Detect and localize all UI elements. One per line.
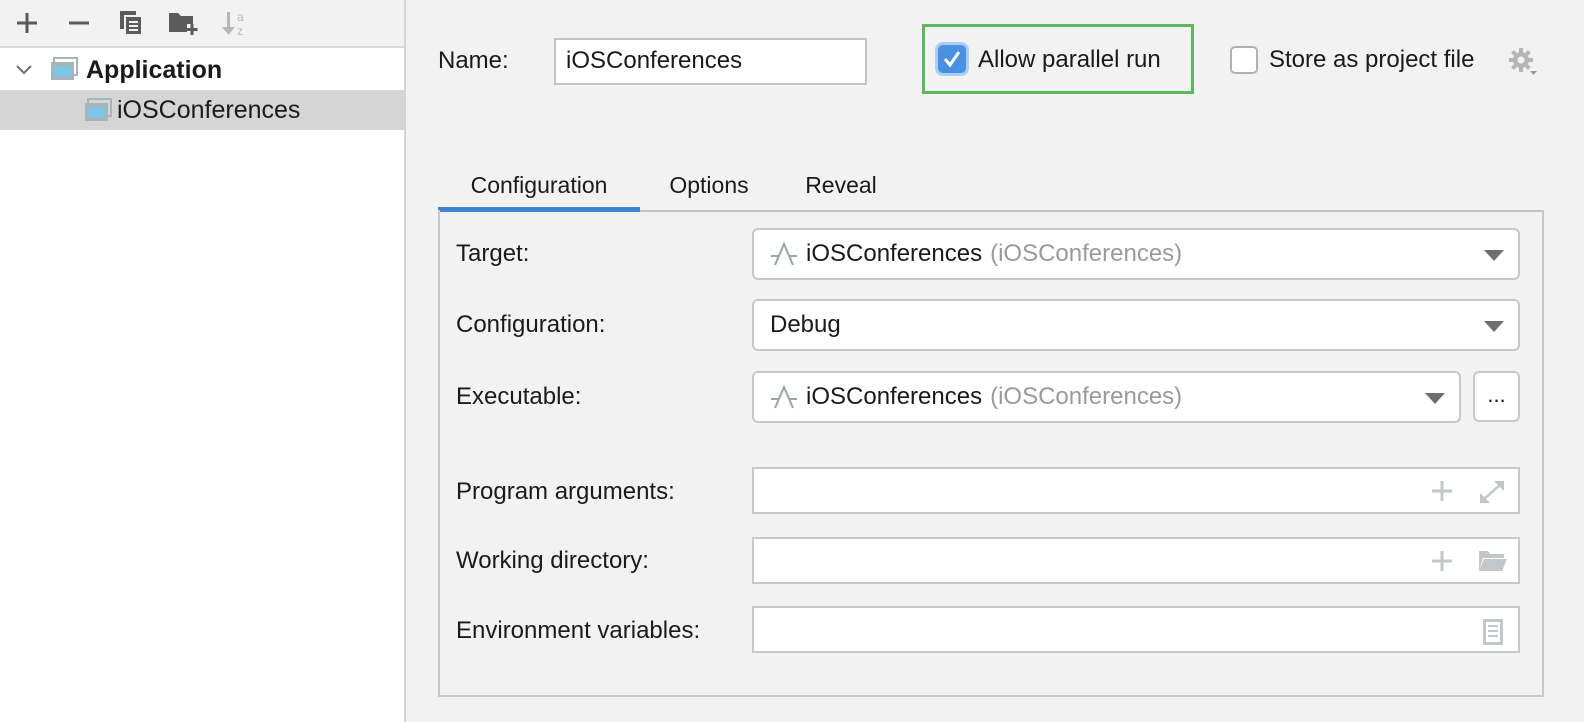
new-folder-button[interactable] — [168, 8, 198, 38]
dropdown-arrow-icon — [1484, 250, 1504, 261]
expand-icon[interactable] — [1478, 479, 1506, 505]
svg-text:z: z — [237, 24, 243, 38]
configuration-value: Debug — [770, 311, 841, 338]
sidebar-toolbar: az — [0, 0, 404, 48]
xcode-target-icon — [770, 241, 798, 267]
dropdown-arrow-icon — [1484, 321, 1504, 332]
executable-value: iOSConferences — [806, 383, 983, 410]
checkmark-icon — [943, 51, 961, 68]
chevron-down-icon[interactable] — [14, 60, 34, 80]
add-icon — [17, 13, 37, 33]
run-configuration-dialog: az Application iOSConferences Name: iOSC… — [0, 0, 1584, 722]
application-icon — [51, 57, 78, 80]
name-label: Name: — [438, 47, 509, 74]
application-icon — [85, 98, 112, 121]
tree-group-application[interactable]: Application — [0, 50, 404, 90]
folder-open-icon[interactable] — [1478, 549, 1508, 573]
name-input[interactable]: iOSConferences — [554, 38, 867, 85]
target-hint: (iOSConferences) — [990, 240, 1183, 267]
environment-variables-label: Environment variables: — [456, 617, 701, 644]
configurations-sidebar: az Application iOSConferences — [0, 0, 406, 722]
copy-icon — [120, 11, 143, 36]
working-directory-label: Working directory: — [456, 547, 649, 574]
executable-hint: (iOSConferences) — [990, 383, 1183, 410]
working-directory-input[interactable] — [752, 537, 1520, 584]
tab-bar: Configuration Options Reveal — [438, 158, 904, 212]
svg-text:a: a — [237, 10, 244, 24]
configurations-tree: Application iOSConferences — [0, 48, 404, 130]
configuration-combo[interactable]: Debug — [752, 299, 1520, 351]
dropdown-arrow-icon — [1425, 393, 1445, 404]
environment-variables-input[interactable] — [752, 606, 1520, 653]
allow-parallel-run-label[interactable]: Allow parallel run — [978, 46, 1161, 74]
tree-item-label: iOSConferences — [117, 95, 301, 124]
configuration-label: Configuration: — [456, 311, 606, 338]
store-as-project-file-checkbox[interactable] — [1230, 46, 1258, 74]
document-icon[interactable] — [1482, 618, 1504, 646]
allow-parallel-run-checkbox[interactable] — [938, 45, 966, 73]
tree-group-label: Application — [86, 55, 223, 84]
tab-reveal[interactable]: Reveal — [778, 158, 904, 212]
browse-executable-button[interactable]: ... — [1473, 371, 1520, 422]
new-folder-icon — [169, 13, 198, 35]
copy-button[interactable] — [116, 8, 146, 38]
sort-button[interactable]: az — [220, 8, 250, 38]
remove-icon — [69, 21, 89, 25]
program-arguments-label: Program arguments: — [456, 478, 675, 505]
target-combo[interactable]: iOSConferences (iOSConferences) — [752, 228, 1520, 280]
target-label: Target: — [456, 240, 530, 267]
tab-options[interactable]: Options — [640, 158, 778, 212]
insert-macro-icon[interactable] — [1430, 479, 1454, 503]
insert-macro-icon[interactable] — [1430, 549, 1454, 573]
add-button[interactable] — [12, 8, 42, 38]
remove-button[interactable] — [64, 8, 94, 38]
target-value: iOSConferences — [806, 240, 983, 267]
xcode-target-icon — [770, 384, 798, 410]
executable-label: Executable: — [456, 383, 582, 410]
store-as-project-file-label[interactable]: Store as project file — [1269, 46, 1474, 74]
tab-configuration[interactable]: Configuration — [438, 158, 640, 212]
sort-alpha-icon: az — [222, 10, 244, 38]
gear-icon[interactable] — [1508, 47, 1538, 77]
executable-combo[interactable]: iOSConferences (iOSConferences) — [752, 371, 1461, 423]
tree-item-iosconferences[interactable]: iOSConferences — [0, 90, 404, 130]
program-arguments-input[interactable] — [752, 467, 1520, 514]
